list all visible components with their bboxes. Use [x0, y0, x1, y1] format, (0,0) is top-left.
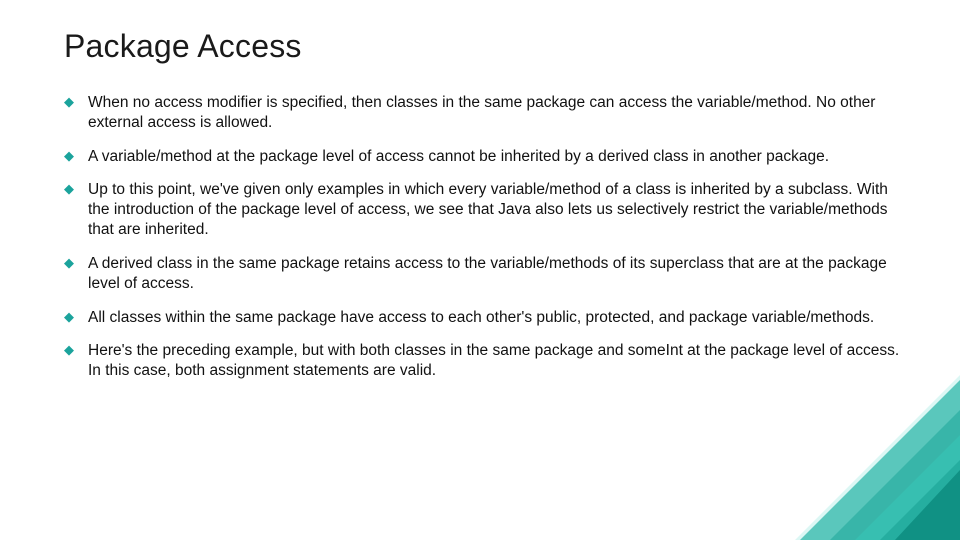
bullet-text: All classes within the same package have… — [88, 309, 874, 326]
bullet-icon: ◆ — [64, 149, 74, 162]
slide: Package Access ◆ When no access modifier… — [0, 0, 960, 540]
list-item: ◆ Up to this point, we've given only exa… — [64, 180, 900, 239]
bullet-list: ◆ When no access modifier is specified, … — [64, 93, 900, 381]
list-item: ◆ A derived class in the same package re… — [64, 254, 900, 294]
list-item: ◆ All classes within the same package ha… — [64, 308, 900, 328]
bullet-icon: ◆ — [64, 310, 74, 323]
bullet-icon: ◆ — [64, 182, 74, 195]
bullet-icon: ◆ — [64, 256, 74, 269]
bullet-text: A variable/method at the package level o… — [88, 148, 829, 165]
bullet-text: Up to this point, we've given only examp… — [88, 181, 888, 238]
bullet-icon: ◆ — [64, 343, 74, 356]
slide-title: Package Access — [64, 28, 900, 65]
bullet-text: A derived class in the same package reta… — [88, 255, 887, 292]
list-item: ◆ When no access modifier is specified, … — [64, 93, 900, 133]
list-item: ◆ A variable/method at the package level… — [64, 147, 900, 167]
bullet-text: When no access modifier is specified, th… — [88, 94, 875, 131]
bullet-icon: ◆ — [64, 95, 74, 108]
bullet-text: Here's the preceding example, but with b… — [88, 342, 899, 379]
list-item: ◆ Here's the preceding example, but with… — [64, 341, 900, 381]
